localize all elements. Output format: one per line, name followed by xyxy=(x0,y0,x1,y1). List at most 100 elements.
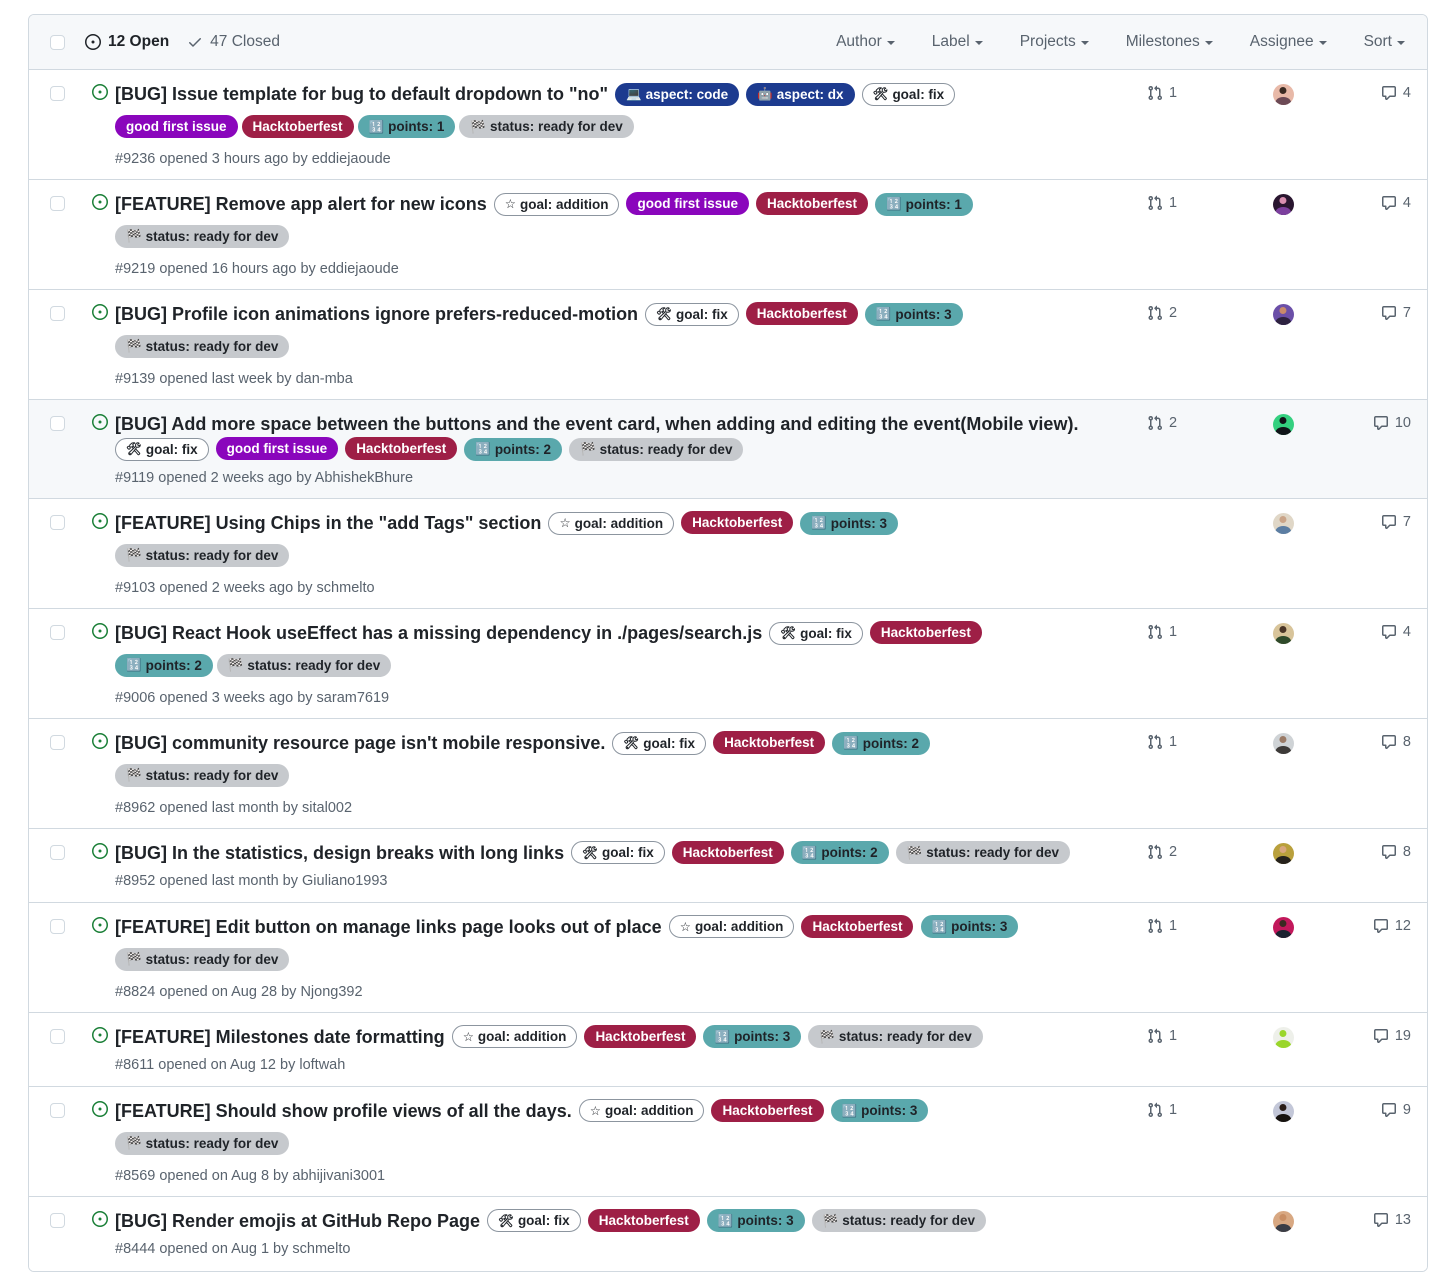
issue-label[interactable]: 🔢 points: 1 xyxy=(875,192,973,216)
avatar[interactable] xyxy=(1272,732,1294,754)
issue-comments-cell[interactable]: 12 xyxy=(1333,915,1411,934)
issue-select-checkbox[interactable] xyxy=(49,1028,65,1044)
issue-label[interactable]: 🏁 status: ready for dev xyxy=(115,948,290,972)
issue-label[interactable]: 🔢 points: 3 xyxy=(703,1025,802,1049)
issue-label[interactable]: 🏁 status: ready for dev xyxy=(811,1209,986,1233)
issue-label[interactable]: 🏁 status: ready for dev xyxy=(895,841,1071,865)
issue-row[interactable]: [FEATURE] Should show profile views of a… xyxy=(29,1086,1427,1197)
issue-label[interactable]: 🏁 status: ready for dev xyxy=(115,335,290,359)
issue-label[interactable]: 🛠 goal: fix xyxy=(645,302,739,326)
dropdown-author[interactable]: Author xyxy=(836,33,895,51)
issue-row[interactable]: [BUG] Profile icon animations ignore pre… xyxy=(29,289,1427,400)
issue-label[interactable]: ☆ goal: addition xyxy=(493,192,620,216)
issue-select-checkbox[interactable] xyxy=(49,195,65,211)
issue-label[interactable]: Hacktoberfest xyxy=(584,1024,697,1048)
issue-label[interactable]: 🏁 status: ready for dev xyxy=(459,115,634,139)
issue-title-link[interactable]: [BUG] Add more space between the buttons… xyxy=(115,414,1078,434)
issue-label[interactable]: 🛠 goal: fix xyxy=(487,1209,581,1233)
issue-label[interactable]: 🔢 points: 3 xyxy=(800,511,899,535)
issue-row[interactable]: [BUG] Add more space between the buttons… xyxy=(29,399,1427,499)
issue-title-link[interactable]: [FEATURE] Remove app alert for new icons xyxy=(115,194,487,214)
issue-label[interactable]: 🔢 points: 2 xyxy=(832,731,930,755)
issue-comments-cell[interactable]: 4 xyxy=(1333,192,1411,211)
issue-label[interactable]: 🏁 status: ready for dev xyxy=(115,764,290,788)
issue-label[interactable]: Hacktoberfest xyxy=(241,114,354,138)
issue-label[interactable]: 🏁 status: ready for dev xyxy=(569,438,744,462)
issue-comments-cell[interactable]: 7 xyxy=(1333,511,1411,530)
issue-label[interactable]: 🛠 goal: fix xyxy=(612,731,707,755)
issue-label[interactable]: 💻 aspect: code xyxy=(615,82,740,106)
issue-comments-cell[interactable]: 7 xyxy=(1333,302,1411,321)
issue-select-checkbox[interactable] xyxy=(49,514,65,530)
issue-row[interactable]: [BUG] community resource page isn't mobi… xyxy=(29,718,1427,829)
avatar[interactable] xyxy=(1272,303,1294,325)
issue-title-link[interactable]: [FEATURE] Edit button on manage links pa… xyxy=(115,917,662,937)
issue-title-link[interactable]: [BUG] React Hook useEffect has a missing… xyxy=(115,623,762,643)
issue-label[interactable]: 🛠 goal: fix xyxy=(769,621,863,645)
issue-label[interactable]: Hacktoberfest xyxy=(869,620,982,644)
issue-label[interactable]: ☆ goal: addition xyxy=(578,1099,705,1123)
issue-title-link[interactable]: [BUG] Issue template for bug to default … xyxy=(115,84,608,104)
issue-title-link[interactable]: [FEATURE] Milestones date formatting xyxy=(115,1027,445,1047)
issue-label[interactable]: ☆ goal: addition xyxy=(548,511,675,535)
dropdown-projects[interactable]: Projects xyxy=(1020,33,1089,51)
issue-select-checkbox[interactable] xyxy=(49,415,65,431)
issue-title-link[interactable]: [FEATURE] Should show profile views of a… xyxy=(115,1101,572,1121)
issue-select-checkbox[interactable] xyxy=(49,624,65,640)
issue-label[interactable]: 🏁 status: ready for dev xyxy=(115,225,290,249)
issue-comments-cell[interactable]: 9 xyxy=(1333,1099,1411,1118)
issue-title-link[interactable]: [BUG] In the statistics, design breaks w… xyxy=(115,843,564,863)
issue-label[interactable]: good first issue xyxy=(215,437,339,461)
issue-label[interactable]: 🔢 points: 3 xyxy=(830,1099,929,1123)
issue-select-checkbox[interactable] xyxy=(49,844,65,860)
issue-row[interactable]: [FEATURE] Remove app alert for new icons… xyxy=(29,179,1427,290)
dropdown-assignee[interactable]: Assignee xyxy=(1250,33,1327,51)
avatar[interactable] xyxy=(1272,916,1294,938)
issue-label[interactable]: 🏁 status: ready for dev xyxy=(216,654,392,678)
issue-comments-cell[interactable]: 13 xyxy=(1333,1209,1411,1228)
issue-title-link[interactable]: [BUG] Render emojis at GitHub Repo Page xyxy=(115,1211,480,1231)
issue-row[interactable]: [BUG] Issue template for bug to default … xyxy=(29,70,1427,180)
filter-open-issues[interactable]: 12 Open xyxy=(85,33,169,51)
issue-select-checkbox[interactable] xyxy=(49,1102,65,1118)
issue-label[interactable]: 🛠 goal: fix xyxy=(115,438,209,462)
issue-label[interactable]: 🔢 points: 2 xyxy=(464,438,563,462)
issue-comments-cell[interactable]: 19 xyxy=(1333,1025,1411,1044)
select-all-checkbox[interactable] xyxy=(49,34,65,50)
issue-select-checkbox[interactable] xyxy=(49,734,65,750)
issue-select-checkbox[interactable] xyxy=(49,918,65,934)
avatar[interactable] xyxy=(1272,1026,1294,1048)
issue-label[interactable]: 🔢 points: 1 xyxy=(357,115,456,139)
filter-closed-issues[interactable]: 47 Closed xyxy=(187,33,280,51)
issue-label[interactable]: good first issue xyxy=(626,191,749,215)
issue-row[interactable]: [FEATURE] Milestones date formatting ☆ go… xyxy=(29,1012,1427,1087)
issue-label[interactable]: 🔢 points: 2 xyxy=(790,841,889,865)
issue-label[interactable]: 🛠 goal: fix xyxy=(571,841,665,865)
issue-label[interactable]: 🔢 points: 3 xyxy=(864,302,963,326)
issue-comments-cell[interactable]: 4 xyxy=(1333,82,1411,101)
avatar[interactable] xyxy=(1272,1210,1294,1232)
issue-row[interactable]: [BUG] React Hook useEffect has a missing… xyxy=(29,608,1427,719)
issue-select-checkbox[interactable] xyxy=(49,305,65,321)
avatar[interactable] xyxy=(1272,842,1294,864)
issue-label[interactable]: Hacktoberfest xyxy=(801,914,914,938)
issue-comments-cell[interactable]: 8 xyxy=(1333,841,1411,860)
issue-label[interactable]: 🏁 status: ready for dev xyxy=(115,544,290,568)
issue-label[interactable]: ☆ goal: addition xyxy=(451,1025,578,1049)
issue-title-link[interactable]: [FEATURE] Using Chips in the "add Tags" … xyxy=(115,513,541,533)
issue-label[interactable]: Hacktoberfest xyxy=(745,301,858,325)
issue-label[interactable]: Hacktoberfest xyxy=(711,1098,824,1122)
avatar[interactable] xyxy=(1272,413,1294,435)
issue-label[interactable]: 🏁 status: ready for dev xyxy=(115,1131,290,1155)
dropdown-milestones[interactable]: Milestones xyxy=(1126,33,1213,51)
issue-row[interactable]: [FEATURE] Edit button on manage links pa… xyxy=(29,902,1427,1013)
issue-label[interactable]: Hacktoberfest xyxy=(587,1208,700,1232)
issue-label[interactable]: Hacktoberfest xyxy=(756,191,869,215)
issue-label[interactable]: 🏁 status: ready for dev xyxy=(808,1025,983,1049)
issue-title-link[interactable]: [BUG] community resource page isn't mobi… xyxy=(115,733,605,753)
issue-label[interactable]: good first issue xyxy=(115,114,238,138)
issue-title-link[interactable]: [BUG] Profile icon animations ignore pre… xyxy=(115,304,638,324)
issue-select-checkbox[interactable] xyxy=(49,1212,65,1228)
issue-label[interactable]: 🛠 goal: fix xyxy=(861,82,956,106)
issue-label[interactable]: 🔢 points: 3 xyxy=(706,1209,805,1233)
